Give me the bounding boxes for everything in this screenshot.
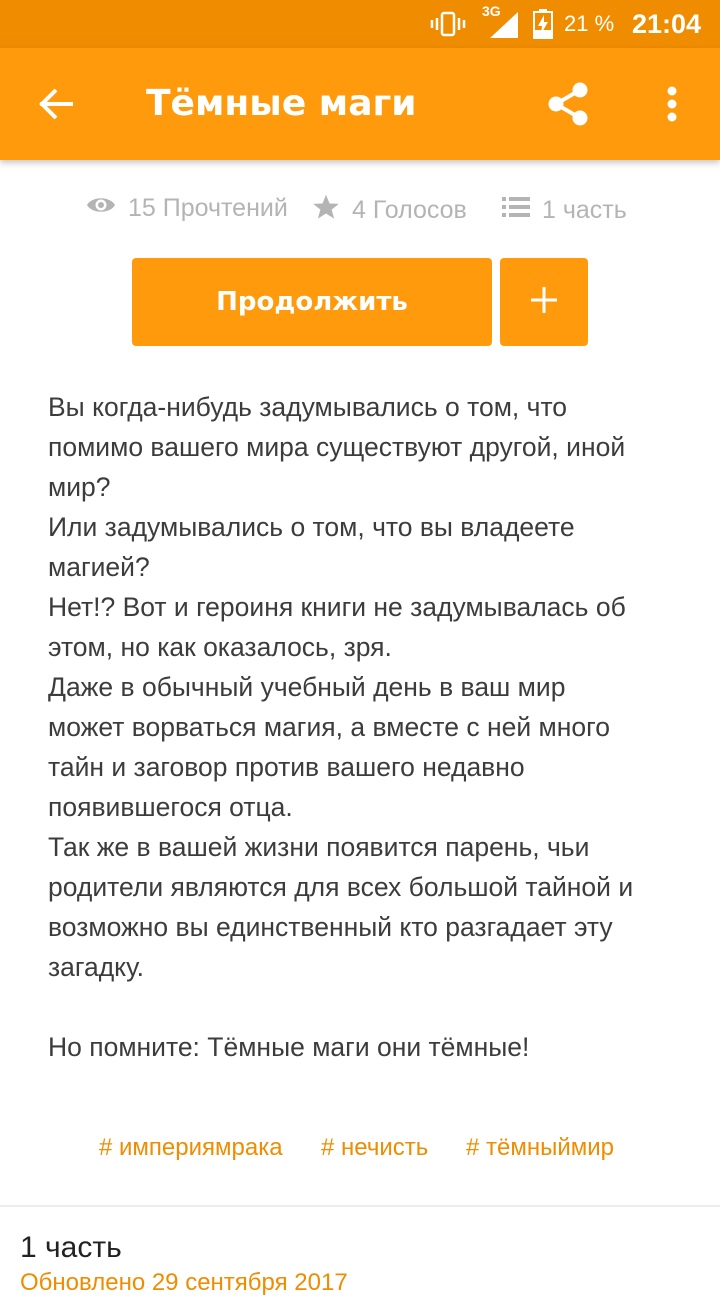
reads-count: 15 Прочтений xyxy=(128,193,288,222)
clock: 21:04 xyxy=(632,8,702,39)
battery-level: 21 % xyxy=(564,11,615,36)
app-bar: Тёмные маги xyxy=(0,48,720,160)
part-updated-date: Обновлено 29 сентября 2017 xyxy=(20,1269,348,1296)
story-description: Вы когда-нибудь задумывались о том, что … xyxy=(48,392,634,1062)
parts-stat: 1 часть xyxy=(502,190,627,230)
votes-count: 4 Голосов xyxy=(352,195,467,224)
votes-stat: 4 Голосов xyxy=(312,190,467,230)
vibrate-icon xyxy=(430,0,466,48)
parts-count: 1 часть xyxy=(542,195,627,224)
network-type: 3G xyxy=(482,3,501,19)
page-title: Тёмные маги xyxy=(146,83,417,124)
plus-icon xyxy=(530,286,558,319)
add-to-library-button[interactable] xyxy=(500,258,588,346)
reads-stat: 15 Прочтений xyxy=(86,188,288,228)
continue-reading-button[interactable]: Продолжить xyxy=(132,258,492,346)
back-arrow-icon[interactable] xyxy=(28,76,84,132)
part-title[interactable]: 1 часть xyxy=(20,1226,122,1270)
tag-link[interactable]: # тёмныймир xyxy=(466,1128,614,1168)
story-stats: 15 Прочтений 4 Голосов 1 часть xyxy=(0,190,720,230)
status-bar: 3G 21 % 21:04 xyxy=(0,0,720,48)
eye-icon xyxy=(86,194,128,223)
share-icon[interactable] xyxy=(540,76,596,132)
star-icon xyxy=(312,193,352,228)
tag-list: # империямрака # нечисть # тёмныймир xyxy=(0,1128,720,1168)
tag-link[interactable]: # нечисть xyxy=(321,1128,428,1168)
more-vert-icon[interactable] xyxy=(650,76,694,132)
list-icon xyxy=(502,195,542,226)
battery-charging-icon xyxy=(532,0,554,48)
tag-link[interactable]: # империямрака xyxy=(99,1128,283,1168)
divider xyxy=(0,1205,720,1207)
